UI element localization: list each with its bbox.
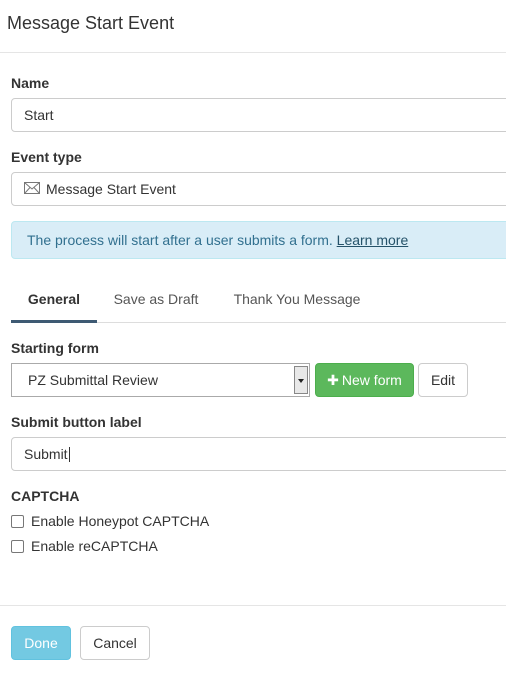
info-alert: The process will start after a user subm… <box>11 221 506 259</box>
honeypot-checkbox[interactable] <box>11 514 24 528</box>
learn-more-link[interactable]: Learn more <box>337 232 409 248</box>
tab-general[interactable]: General <box>11 281 97 323</box>
recaptcha-label: Enable reCAPTCHA <box>31 538 158 554</box>
event-type-label: Event type <box>11 149 82 165</box>
cancel-button[interactable]: Cancel <box>80 626 150 660</box>
starting-form-label: Starting form <box>11 340 99 356</box>
dialog-header: Message Start Event <box>0 0 506 53</box>
submit-label-field[interactable]: Submit <box>11 437 506 471</box>
text-cursor <box>68 446 70 462</box>
submit-label-value: Submit <box>24 446 68 462</box>
captcha-heading: CAPTCHA <box>11 488 80 504</box>
recaptcha-checkbox[interactable] <box>11 539 24 553</box>
envelope-icon <box>24 173 40 205</box>
event-type-value: Message Start Event <box>46 181 176 197</box>
name-label: Name <box>11 75 50 91</box>
starting-form-value: PZ Submittal Review <box>28 372 158 388</box>
tab-bar: General Save as Draft Thank You Message <box>11 281 506 323</box>
honeypot-captcha-option[interactable]: Enable Honeypot CAPTCHA <box>11 512 209 530</box>
dialog-title: Message Start Event <box>7 13 175 33</box>
submit-label-label: Submit button label <box>11 414 142 430</box>
footer-divider <box>0 605 506 606</box>
tab-thank-you-message[interactable]: Thank You Message <box>225 281 369 323</box>
edit-form-button[interactable]: Edit <box>418 363 468 397</box>
starting-form-select[interactable]: PZ Submittal Review <box>11 363 310 397</box>
info-text: The process will start after a user subm… <box>27 232 333 248</box>
name-value: Start <box>24 107 54 123</box>
new-form-label: New form <box>341 372 402 388</box>
new-form-button[interactable]: ✚ New form <box>315 363 414 397</box>
done-button[interactable]: Done <box>11 626 71 660</box>
name-field[interactable]: Start <box>11 98 506 132</box>
plus-icon: ✚ <box>327 372 339 388</box>
honeypot-label: Enable Honeypot CAPTCHA <box>31 513 210 529</box>
dropdown-arrow-icon[interactable] <box>294 366 308 394</box>
tab-save-as-draft[interactable]: Save as Draft <box>107 281 205 323</box>
event-type-field[interactable]: Message Start Event <box>11 172 506 206</box>
recaptcha-option[interactable]: Enable reCAPTCHA <box>11 537 158 555</box>
